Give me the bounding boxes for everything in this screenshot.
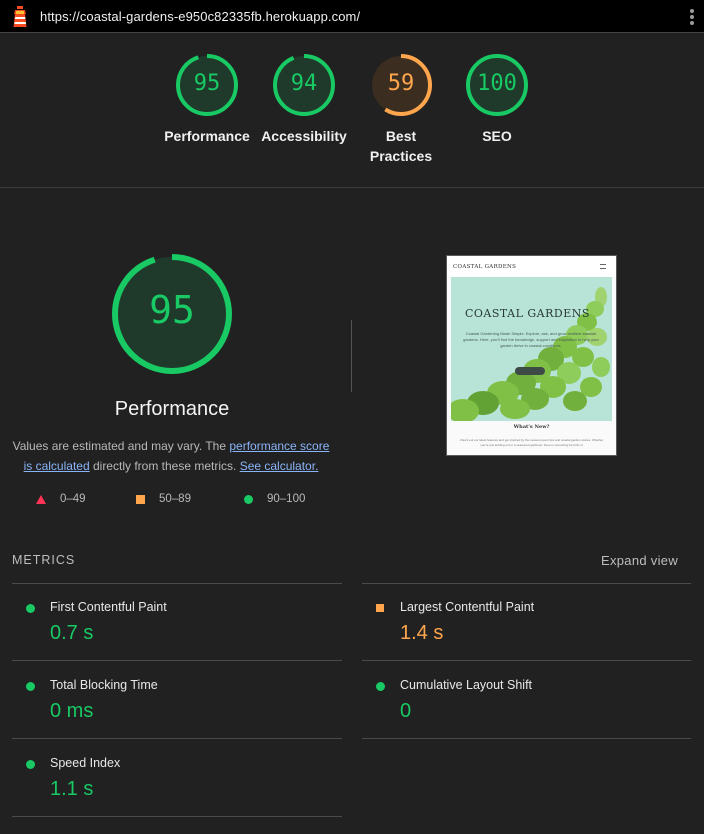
page-url[interactable]: https://coastal-gardens-e950c82335fb.her… [40,9,360,24]
bells-of-ireland-image [451,287,610,421]
desc-text: directly from these metrics. [89,459,240,473]
gauge-label: SEO [482,128,512,144]
average-square-icon [376,604,384,612]
metric-value: 0 ms [50,700,94,722]
metric-total-blocking-time: Total Blocking Time 0 ms [12,664,332,742]
final-screenshot[interactable]: COASTAL GARDENS COASTAL GARDENS Coastal … [446,255,617,456]
category-gauges: 95 Performance 94 Accessibility 59 Best … [0,52,704,172]
performance-title: Performance [114,398,230,420]
metric-name: Speed Index [50,756,121,770]
metrics-divider [12,816,342,817]
thumb-section-title: What's New? [513,424,550,430]
gauge-accessibility[interactable]: 94 Accessibility [254,52,354,146]
metric-name: First Contentful Paint [50,600,167,614]
performance-description: Values are estimated and may vary. The p… [6,436,336,476]
metrics-divider [362,738,691,739]
legend-range: 0–49 [60,493,86,505]
metric-name: Largest Contentful Paint [400,600,535,614]
metric-speed-index: Speed Index 1.1 s [12,742,332,820]
gauge-score: 94 [290,71,318,96]
legend-range: 50–89 [159,493,191,505]
vertical-divider [351,320,352,392]
desc-text: Values are estimated and may vary. The [12,439,230,453]
legend-fail: 0–49 [36,493,86,505]
thumb-hero-text: Coastal Gardening Made Simple. Explore, … [463,331,599,348]
lighthouse-icon [13,6,27,27]
gauge-label-line: Practices [369,148,433,164]
see-calculator-link[interactable]: See calculator. [240,459,319,473]
gauge-score: 59 [387,71,415,96]
metric-largest-contentful-paint: Largest Contentful Paint 1.4 s [362,586,682,664]
is-calculated-link[interactable]: is calculated [24,459,90,473]
performance-score: 95 [149,288,195,332]
thumb-hero-button [515,367,545,375]
performance-score-link[interactable]: performance score [229,439,329,453]
metric-name: Cumulative Layout Shift [400,678,533,692]
gauge-label: Best Practices [351,126,451,166]
legend-pass: 90–100 [244,493,305,505]
metric-name: Total Blocking Time [50,678,158,692]
metrics-divider [12,660,342,661]
section-divider [0,187,704,188]
square-icon [136,494,145,504]
url-bar: https://coastal-gardens-e950c82335fb.her… [0,0,704,33]
gauge-performance[interactable]: 95 Performance [157,52,257,146]
pass-circle-icon [26,760,35,769]
gauge-seo[interactable]: 100 SEO [447,52,547,146]
metric-first-contentful-paint: First Contentful Paint 0.7 s [12,586,332,664]
menu-icon [600,264,606,269]
pass-circle-icon [26,604,35,613]
metrics-divider [12,583,342,584]
legend-average: 50–89 [136,493,191,505]
metric-value: 0.7 s [50,622,94,644]
metrics-heading: METRICS [12,553,76,567]
metric-value: 0 [400,700,412,722]
expand-view-button[interactable]: Expand view [601,553,678,568]
pass-circle-icon [26,682,35,691]
gauge-best-practices[interactable]: 59 Best Practices [351,52,451,166]
thumb-hero-title: COASTAL GARDENS [465,307,590,320]
performance-gauge: 95 [110,252,234,376]
circle-icon [244,494,253,504]
gauge-label: Performance [164,128,250,144]
thumb-hero: COASTAL GARDENS Coastal Gardening Made S… [451,277,612,421]
metrics-divider [362,660,691,661]
thumb-brand: COASTAL GARDENS [453,264,517,270]
metric-value: 1.1 s [50,778,94,800]
metrics-divider [362,583,691,584]
gauge-label-line: Best [385,128,417,144]
legend-range: 90–100 [267,493,306,505]
thumb-section-text: Check out our latest features and get in… [459,438,604,447]
triangle-icon [36,494,46,504]
gauge-score: 95 [193,71,221,96]
metrics-divider [12,738,342,739]
gauge-score: 100 [477,71,517,96]
metric-cumulative-layout-shift: Cumulative Layout Shift 0 [362,664,682,742]
more-options-icon[interactable] [689,9,695,25]
metric-value: 1.4 s [400,622,444,644]
gauge-label: Accessibility [261,128,347,144]
thumb-navbar: COASTAL GARDENS [447,256,616,277]
pass-circle-icon [376,682,385,691]
